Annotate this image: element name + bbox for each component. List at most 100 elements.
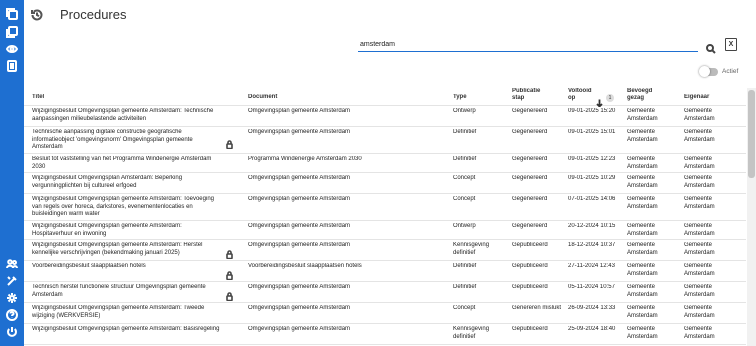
- layers-icon[interactable]: [4, 24, 20, 40]
- column-header-publicatie-stap[interactable]: Publicatie stap: [512, 88, 552, 102]
- cell-eigenaar: Gemeente Amsterdam: [684, 284, 715, 298]
- table-row[interactable]: Wijzigingsbesluit Omgevingsplan Amsterda…: [24, 173, 746, 194]
- cell-document: Omgevingsplan gemeente Amsterdam: [248, 223, 351, 229]
- sidebar: [0, 0, 24, 346]
- settings-icon[interactable]: [4, 290, 20, 306]
- cell-publicatie-stap: Gegenereerd: [512, 175, 548, 181]
- cell-publicatie-stap: Gepubliceerd: [512, 263, 548, 269]
- lock-icon: [226, 288, 234, 302]
- cell-type: Ontwerp: [453, 108, 476, 114]
- cell-voltooid-op: 09-01-2025 10:29: [568, 175, 616, 181]
- column-header-voltooid-op[interactable]: Voltooid op: [568, 88, 592, 102]
- cell-titel: Wijzigingsbesluit Omgevingsplan gemeente…: [32, 305, 205, 319]
- cell-bevoegd-gezag: Gemeente Amsterdam: [627, 326, 658, 340]
- cell-bevoegd-gezag: Gemeente Amsterdam: [627, 284, 658, 298]
- cell-publicatie-stap: Gepubliceerd: [512, 242, 548, 248]
- active-toggle[interactable]: [699, 66, 718, 77]
- column-header-type[interactable]: Type: [453, 94, 509, 101]
- table-row[interactable]: Wijzigingsbesluit Omgevingsplan gemeente…: [24, 221, 746, 240]
- search-input[interactable]: [358, 38, 698, 52]
- cell-titel: Wijzigingsbesluit Omgevingsplan gemeente…: [32, 223, 182, 237]
- cell-bevoegd-gezag: Gemeente Amsterdam: [627, 108, 658, 122]
- sort-order-badge: 1: [606, 94, 614, 102]
- cell-bevoegd-gezag: Gemeente Amsterdam: [627, 305, 658, 319]
- toggle-label: Actief: [722, 68, 739, 75]
- cell-type: Concept: [453, 196, 476, 202]
- table-row[interactable]: Wijzigingsbesluit Omgevingsplan gemeente…: [24, 106, 746, 127]
- cell-bevoegd-gezag: Gemeente Amsterdam: [627, 242, 658, 256]
- procedures-app: Procedures X Actief Titel Document Type …: [0, 0, 756, 346]
- column-header-titel[interactable]: Titel: [32, 94, 224, 101]
- scrollbar-thumb[interactable]: [748, 90, 755, 178]
- cell-voltooid-op: 20-12-2024 10:15: [568, 223, 616, 229]
- cell-titel: Voorbereidingsbesluit slaapplaatsen hote…: [32, 263, 146, 269]
- cell-bevoegd-gezag: Gemeente Amsterdam: [627, 156, 658, 170]
- lock-icon: [226, 136, 234, 150]
- search-icon[interactable]: [706, 41, 716, 54]
- cell-publicatie-stap: Gegenereerd: [512, 196, 548, 202]
- table-row[interactable]: Wijzigingsbesluit Omgevingsplan gemeente…: [24, 194, 746, 221]
- table-row[interactable]: Voorbereidingsbesluit slaapplaatsen hote…: [24, 261, 746, 282]
- cell-publicatie-stap: Gepubliceerd: [512, 326, 548, 332]
- cell-type: Concept: [453, 175, 476, 181]
- table-row[interactable]: Wijzigingsbesluit Omgevingsplan gemeente…: [24, 324, 746, 345]
- cell-voltooid-op: 27-11-2024 12:43: [568, 263, 615, 269]
- cell-titel: Technisch herstel functionele structuur …: [32, 284, 206, 298]
- cell-type: Definitief: [453, 156, 477, 162]
- column-header-eigenaar[interactable]: Eigenaar: [684, 94, 742, 101]
- cell-publicatie-stap: Gegenereerd: [512, 156, 548, 162]
- copy-icon[interactable]: [4, 6, 20, 22]
- table-row[interactable]: Technisch herstel functionele structuur …: [24, 282, 746, 303]
- cell-eigenaar: Gemeente Amsterdam: [684, 156, 715, 170]
- table-header: Titel Document Type Publicatie stap Volt…: [24, 86, 746, 108]
- cell-titel: Wijzigingsbesluit Omgevingsplan gemeente…: [32, 108, 214, 122]
- cell-document: Omgevingsplan gemeente Amsterdam: [248, 326, 351, 332]
- column-header-bevoegd-gezag[interactable]: Bevoegd gezag: [627, 88, 667, 102]
- table-row[interactable]: Wijzigingsbesluit Omgevingsplan gemeente…: [24, 240, 746, 261]
- scrollbar[interactable]: [747, 88, 756, 346]
- cell-publicatie-stap: Gepubliceerd: [512, 284, 548, 290]
- cell-document: Omgevingsplan gemeente Amsterdam: [248, 242, 351, 248]
- page-title: Procedures: [60, 7, 127, 22]
- column-header-document[interactable]: Document: [248, 94, 448, 101]
- cell-voltooid-op: 26-09-2024 13:33: [568, 305, 616, 311]
- history-icon[interactable]: [30, 8, 44, 22]
- cell-type: Ontwerp: [453, 223, 476, 229]
- eye-icon[interactable]: [4, 41, 20, 57]
- cell-publicatie-stap: Gegenereerd: [512, 223, 548, 229]
- table-row[interactable]: Wijzigingsbesluit Omgevingsplan gemeente…: [24, 303, 746, 324]
- cell-eigenaar: Gemeente Amsterdam: [684, 223, 715, 237]
- cell-type: Kennisgeving definitief: [453, 326, 490, 340]
- cell-eigenaar: Gemeente Amsterdam: [684, 196, 715, 210]
- power-icon[interactable]: [4, 324, 20, 340]
- cell-titel: Wijzigingsbesluit Omgevingsplan gemeente…: [32, 326, 220, 332]
- cell-document: Omgevingsplan gemeente Amsterdam: [248, 284, 351, 290]
- users-icon[interactable]: [4, 256, 20, 272]
- table-row[interactable]: Besluit tot vaststelling van het Program…: [24, 154, 746, 173]
- lock-icon: [226, 246, 234, 260]
- sort-descending-icon[interactable]: [596, 94, 603, 108]
- cell-document: Voorbereidingsbesluit slaapplaatsen hote…: [248, 263, 362, 269]
- cell-voltooid-op: 25-09-2024 18:40: [568, 326, 616, 332]
- tools-icon[interactable]: [4, 273, 20, 289]
- cell-bevoegd-gezag: Gemeente Amsterdam: [627, 263, 658, 277]
- cell-bevoegd-gezag: Gemeente Amsterdam: [627, 196, 658, 210]
- excel-icon[interactable]: X: [725, 38, 737, 51]
- cell-titel: Technische aanpassing digitale construct…: [32, 129, 193, 150]
- table-row[interactable]: Technische aanpassing digitale construct…: [24, 127, 746, 154]
- cell-voltooid-op: 09-01-2025 12:23: [568, 156, 616, 162]
- document-list-icon[interactable]: [4, 58, 20, 74]
- cell-eigenaar: Gemeente Amsterdam: [684, 175, 715, 189]
- cell-publicatie-stap: Genereren mislukt: [512, 305, 562, 311]
- cell-document: Omgevingsplan gemeente Amsterdam: [248, 175, 351, 181]
- cell-document: Omgevingsplan gemeente Amsterdam: [248, 196, 351, 202]
- cell-voltooid-op: 18-12-2024 10:37: [568, 242, 616, 248]
- cell-eigenaar: Gemeente Amsterdam: [684, 305, 715, 319]
- cell-eigenaar: Gemeente Amsterdam: [684, 242, 715, 256]
- cell-publicatie-stap: Gegenereerd: [512, 108, 548, 114]
- cell-voltooid-op: 07-01-2025 14:06: [568, 196, 616, 202]
- cell-eigenaar: Gemeente Amsterdam: [684, 263, 715, 277]
- lock-icon: [226, 267, 234, 281]
- help-icon[interactable]: [4, 307, 20, 323]
- cell-bevoegd-gezag: Gemeente Amsterdam: [627, 223, 658, 237]
